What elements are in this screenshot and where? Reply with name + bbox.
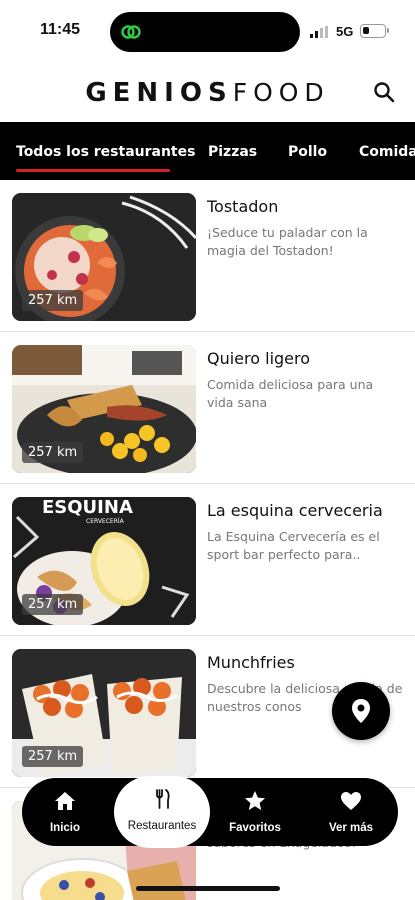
nav-restaurantes[interactable]: Restaurantes <box>114 776 210 848</box>
map-button[interactable] <box>332 682 390 740</box>
network-type: 5G <box>336 24 354 39</box>
tab-pizzas[interactable]: Pizzas <box>208 144 257 160</box>
distance-badge: 257 km <box>22 442 84 463</box>
nav-inicio[interactable]: Inicio <box>22 778 108 846</box>
restaurant-image: 257 km <box>12 193 196 321</box>
bottom-navigation: Inicio Restaurantes Favoritos Ver más <box>22 776 398 848</box>
app-logo: GENIOSFOOD <box>0 78 415 108</box>
restaurant-description: Comida deliciosa para una vida sana <box>207 377 374 410</box>
restaurant-card[interactable]: 257 km Tostadon ¡Seduce tu paladar con l… <box>0 180 415 332</box>
link-icon <box>121 25 141 39</box>
tab-pollo[interactable]: Pollo <box>288 144 327 160</box>
restaurant-image: 257 km <box>12 345 196 473</box>
nav-label: Inicio <box>49 822 81 834</box>
restaurant-name: La esquina cerveceria <box>207 501 383 520</box>
nav-favoritos[interactable]: Favoritos <box>212 778 298 846</box>
status-bar: 11:45 5G <box>0 0 415 62</box>
battery-level <box>363 27 369 34</box>
search-icon[interactable] <box>372 80 396 104</box>
logo-bold: GENIOS <box>85 78 233 108</box>
tab-todos[interactable]: Todos los restaurantes <box>16 144 195 160</box>
nav-label: Favoritos <box>229 822 281 834</box>
restaurant-name: Quiero ligero <box>207 349 311 368</box>
distance-badge: 257 km <box>22 746 84 767</box>
home-icon <box>55 792 75 810</box>
restaurant-image: ESQUINA CERVECERÍA 257 km <box>12 497 196 625</box>
restaurant-image: 257 km <box>12 649 196 777</box>
category-tabs: Todos los restaurantes Pizzas Pollo Comi… <box>0 122 415 180</box>
tab-comida[interactable]: Comida <box>359 144 415 160</box>
distance-badge: 257 km <box>22 290 84 311</box>
star-icon <box>245 791 265 810</box>
image-logo-subtext: CERVECERÍA <box>86 518 125 525</box>
distance-badge: 257 km <box>22 594 84 615</box>
active-tab-indicator <box>16 169 170 172</box>
signal-icon <box>310 26 328 38</box>
restaurant-card[interactable]: 257 km Quiero ligero Comida deliciosa pa… <box>0 332 415 484</box>
heart-icon <box>341 792 361 810</box>
app-header: GENIOSFOOD <box>0 62 415 122</box>
utensils-icon <box>156 789 170 809</box>
restaurant-name: Tostadon <box>207 197 279 216</box>
battery-icon <box>360 24 389 38</box>
restaurant-name: Munchfries <box>207 653 295 672</box>
dynamic-island <box>110 12 300 52</box>
home-indicator[interactable] <box>136 886 280 891</box>
map-pin-icon <box>352 699 370 723</box>
image-logo-text: ESQUINA <box>42 497 133 518</box>
nav-label: Restaurantes <box>127 820 197 832</box>
restaurant-description: La Esquina Cervecería es el sport bar pe… <box>207 529 380 562</box>
restaurant-card[interactable]: ESQUINA CERVECERÍA 257 km La esquina cer… <box>0 484 415 636</box>
status-time: 11:45 <box>40 21 81 38</box>
restaurant-description: ¡Seduce tu paladar con la magia del Tost… <box>207 225 368 258</box>
nav-label: Ver más <box>328 822 374 834</box>
nav-ver-mas[interactable]: Ver más <box>308 778 394 846</box>
logo-light: FOOD <box>232 78 330 107</box>
